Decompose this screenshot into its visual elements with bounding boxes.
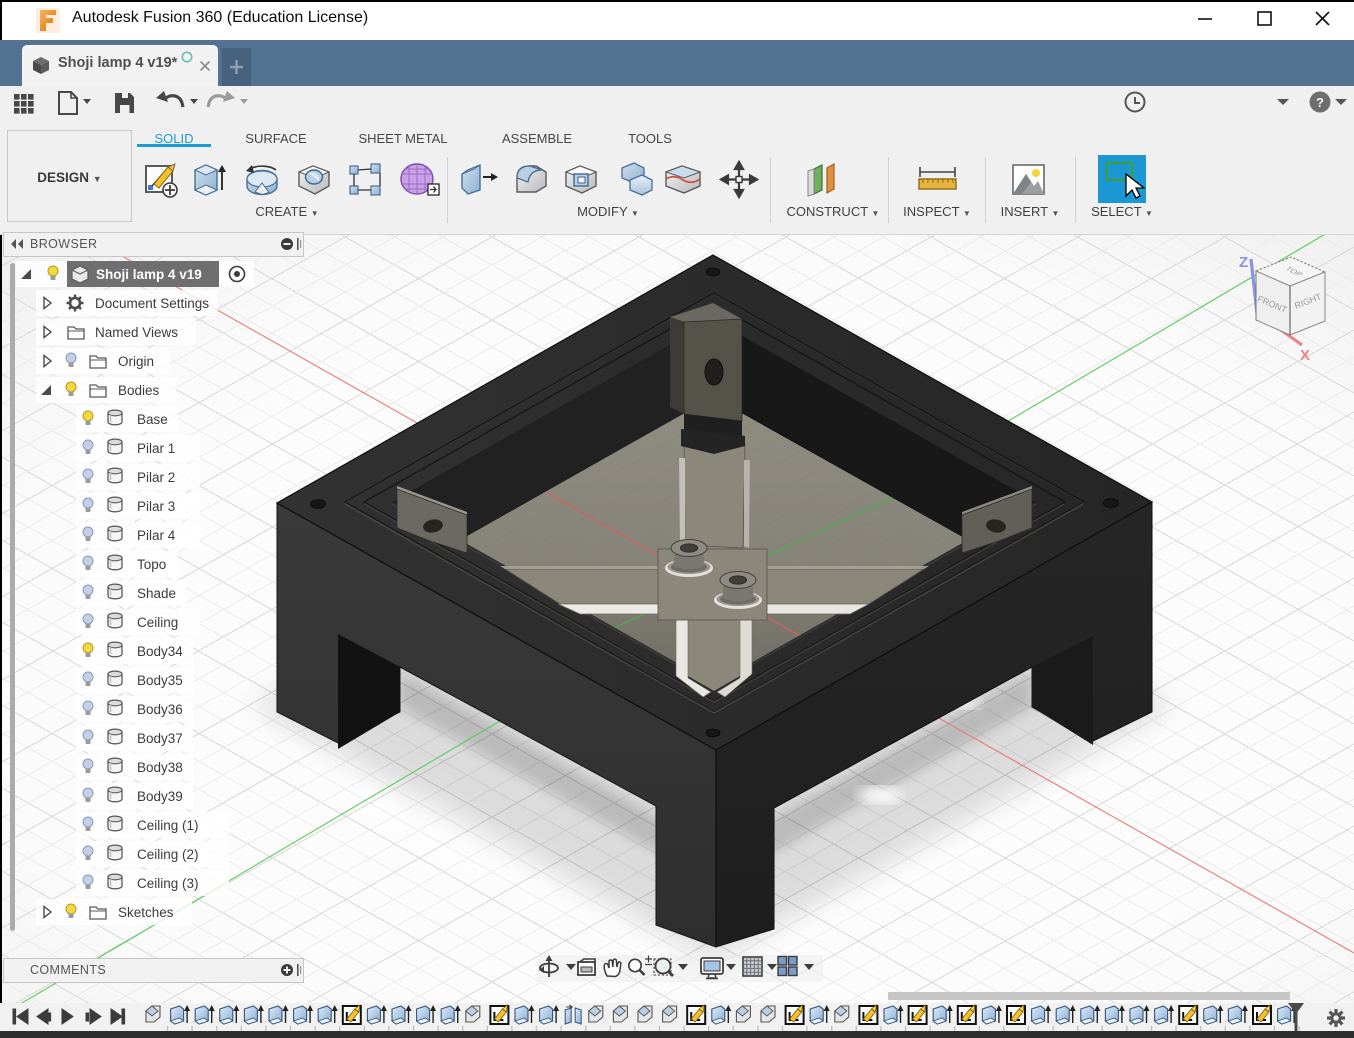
svg-text:Body34: Body34 [137, 644, 183, 659]
svg-text:Pilar 3: Pilar 3 [137, 499, 175, 514]
svg-text:Body35: Body35 [137, 673, 183, 688]
svg-text:Named Views: Named Views [95, 325, 178, 340]
svg-text:Ceiling (3): Ceiling (3) [137, 876, 199, 891]
svg-text:Ceiling (1): Ceiling (1) [137, 818, 199, 833]
svg-text:Body37: Body37 [137, 731, 183, 746]
svg-text:Bodies: Bodies [118, 383, 160, 398]
svg-text:Document Settings: Document Settings [95, 296, 209, 311]
svg-text:Ceiling: Ceiling [137, 615, 178, 630]
svg-text:Shade: Shade [137, 586, 176, 601]
svg-text:Shoji lamp 4 v19: Shoji lamp 4 v19 [96, 267, 202, 282]
svg-text:Base: Base [137, 412, 168, 427]
svg-text:Pilar 4: Pilar 4 [137, 528, 176, 543]
svg-text:Pilar 1: Pilar 1 [137, 441, 175, 456]
svg-text:?: ? [1316, 95, 1324, 110]
svg-text:Body36: Body36 [137, 702, 183, 717]
svg-text:X: X [1300, 347, 1310, 363]
svg-text:Ceiling (2): Ceiling (2) [137, 847, 199, 862]
svg-text:Z: Z [1239, 254, 1248, 271]
svg-text:Topo: Topo [137, 557, 166, 572]
svg-text:Sketches: Sketches [118, 905, 174, 920]
svg-text:Origin: Origin [118, 354, 154, 369]
svg-text:Body39: Body39 [137, 789, 183, 804]
svg-text:Pilar 2: Pilar 2 [137, 470, 175, 485]
svg-text:Body38: Body38 [137, 760, 183, 775]
